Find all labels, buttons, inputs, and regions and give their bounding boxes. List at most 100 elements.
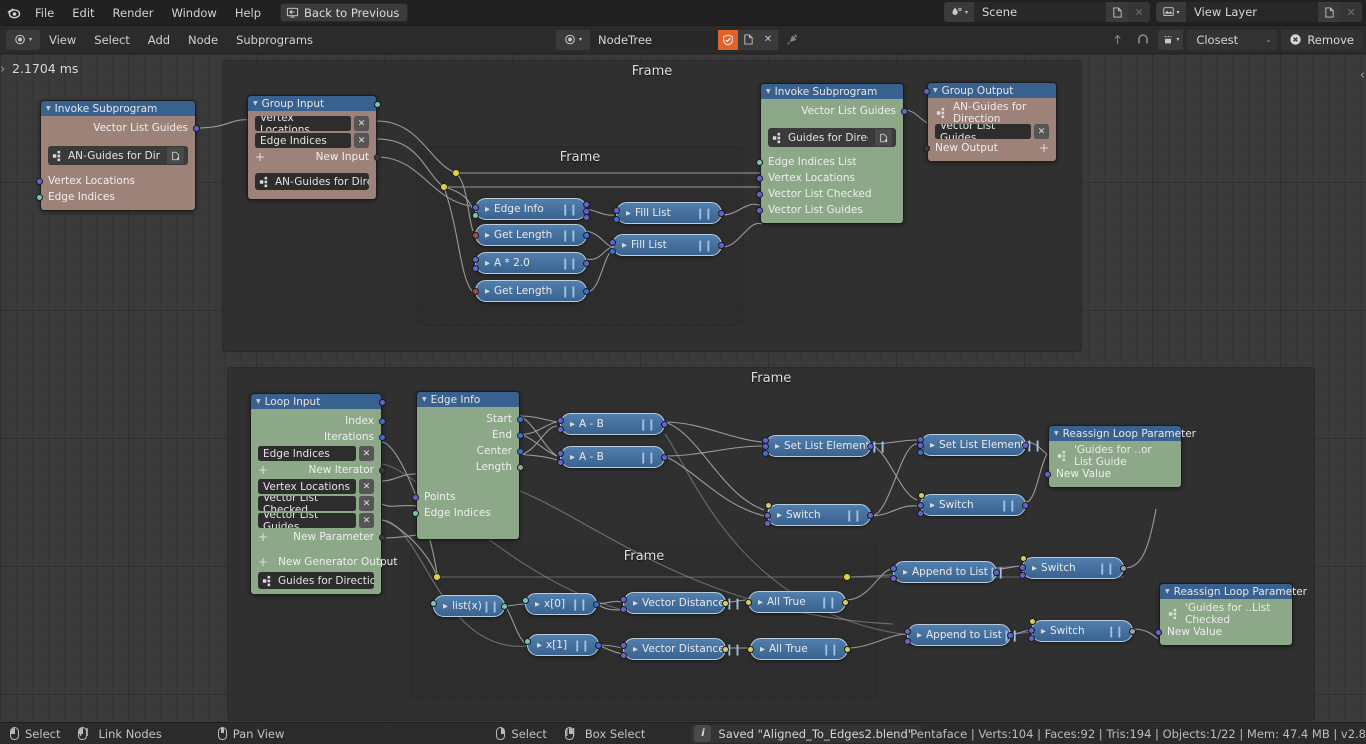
new-generator-output-row[interactable]: + New Generator Output	[251, 554, 397, 570]
pause-icon[interactable]: ❙❙	[696, 207, 713, 220]
input-socket[interactable]	[620, 606, 627, 613]
pause-icon[interactable]: ❙❙	[639, 418, 656, 431]
collapse-triangle-icon[interactable]: ▼	[1054, 430, 1059, 437]
output-socket-virtual[interactable]	[379, 467, 386, 474]
expand-triangle-icon[interactable]: ▶	[485, 231, 490, 239]
pause-icon[interactable]: ❙❙	[573, 639, 590, 652]
report-banner[interactable]: i Saved "Aligned_To_Edges2.blend"	[691, 724, 922, 743]
new-iterator-row[interactable]: + New Iterator	[251, 462, 386, 478]
scene-icon[interactable]: ▾	[944, 2, 974, 22]
scene-close-icon[interactable]: ✕	[1128, 2, 1150, 22]
output-socket[interactable]	[722, 646, 729, 653]
input-socket[interactable]	[524, 638, 531, 645]
parameter-name-field[interactable]: Vector List Guides	[258, 513, 356, 528]
input-socket[interactable]	[472, 212, 479, 219]
output-socket[interactable]	[1022, 502, 1029, 509]
input-socket[interactable]	[1019, 572, 1026, 579]
input-socket[interactable]	[904, 638, 911, 645]
node-switch-4[interactable]: ▶ Switch ❙❙	[1028, 618, 1136, 642]
output-socket[interactable]	[1007, 632, 1014, 639]
input-socket-boolean[interactable]	[747, 646, 754, 653]
output-socket-virtual[interactable]	[379, 534, 386, 541]
frame-bottom-inner[interactable]: Frame	[410, 545, 878, 699]
expand-triangle-icon[interactable]: ▶	[903, 568, 908, 576]
output-socket[interactable]	[1022, 442, 1029, 449]
output-socket[interactable]	[501, 603, 508, 610]
node-a-minus-b-1[interactable]: ▶ A - B ❙❙	[557, 413, 668, 435]
left-panel-toggle-icon[interactable]: ›	[0, 62, 5, 77]
snap-target-icon[interactable]: ▾	[1158, 29, 1184, 50]
pause-icon[interactable]: ❙❙	[561, 229, 578, 242]
node-tree-duplicate-icon[interactable]	[738, 29, 758, 50]
input-socket[interactable]	[1019, 564, 1026, 571]
subprogram-selector[interactable]: Guides for Direction Lo..	[258, 572, 374, 589]
menu-edit[interactable]: Edit	[63, 3, 103, 23]
iterator-name-field[interactable]: Edge Indices	[258, 446, 356, 461]
parameter-name-field[interactable]: Vertex Locations	[258, 479, 356, 494]
menu-help[interactable]: Help	[226, 3, 270, 23]
right-panel-toggle-icon[interactable]: ‹	[1360, 68, 1365, 83]
node-switch-3[interactable]: ▶ Switch ❙❙	[1019, 555, 1127, 579]
input-socket[interactable]	[620, 652, 627, 659]
output-socket-vector[interactable]	[193, 125, 200, 132]
parameter-name-field[interactable]: Vector List Checked	[258, 496, 356, 511]
expand-triangle-icon[interactable]: ▶	[777, 511, 782, 519]
remove-button[interactable]: Remove	[1281, 29, 1362, 50]
pause-icon[interactable]: ❙❙	[571, 598, 588, 611]
output-socket-integer[interactable]	[379, 418, 386, 425]
collapse-triangle-icon[interactable]: ▼	[422, 396, 427, 403]
pause-icon[interactable]: ❙❙	[1000, 499, 1017, 512]
input-socket[interactable]	[917, 449, 924, 456]
collapse-triangle-icon[interactable]: ▼	[1165, 588, 1170, 595]
pin-icon[interactable]	[786, 33, 799, 46]
expand-triangle-icon[interactable]: ▶	[760, 645, 765, 653]
remove-input-icon[interactable]: ✕	[354, 133, 369, 148]
input-socket-integer[interactable]	[756, 159, 763, 166]
input-socket[interactable]	[557, 459, 564, 466]
input-socket[interactable]	[1028, 627, 1035, 634]
input-socket-vector[interactable]	[412, 494, 419, 501]
output-socket-vector[interactable]	[517, 432, 524, 439]
view-layer-name[interactable]: View Layer	[1186, 2, 1318, 22]
view-layer-selector[interactable]: ▾ View Layer ✕	[1156, 2, 1362, 22]
input-socket[interactable]	[917, 510, 924, 517]
menu-file[interactable]: File	[26, 3, 63, 23]
node-set-list-element-1[interactable]: ▶ Set List Element ❙❙	[762, 435, 887, 457]
input-socket-virtual[interactable]	[923, 145, 930, 152]
pause-icon[interactable]: ❙❙	[561, 257, 578, 270]
snap-magnet-icon[interactable]	[1132, 30, 1154, 50]
remove-input-icon[interactable]: ✕	[354, 116, 369, 131]
menu-view[interactable]: View	[40, 30, 85, 50]
pause-icon[interactable]: ❙❙	[561, 285, 578, 298]
node-editor-icon[interactable]: ▾	[6, 29, 40, 50]
add-parameter-icon[interactable]: +	[258, 531, 268, 543]
add-generator-output-icon[interactable]: +	[258, 556, 268, 568]
node-vector-distance-1[interactable]: ▶ Vector Distance ❙❙	[620, 592, 742, 614]
node-group-output[interactable]: ▼ Group Output AN-Guides for Direction V…	[923, 82, 1057, 162]
subprogram-selector[interactable]: AN-Guides for Direction	[48, 146, 188, 165]
new-input-row[interactable]: + New Input	[248, 149, 381, 165]
group-input-name-field[interactable]: Vertex Locations	[255, 116, 351, 131]
expand-triangle-icon[interactable]: ▶	[443, 602, 448, 610]
view-layer-icon[interactable]: ▾	[1156, 2, 1186, 22]
output-socket[interactable]	[722, 600, 729, 607]
output-socket[interactable]	[993, 569, 1000, 576]
node-reassign-loop-parameter-2[interactable]: ▼ Reassign Loop Parameter 'Guides for ..…	[1155, 583, 1307, 646]
pause-icon[interactable]: ❙❙	[639, 451, 656, 464]
output-socket-boolean[interactable]	[842, 599, 849, 606]
expand-triangle-icon[interactable]: ▶	[917, 631, 922, 639]
node-set-list-element-2[interactable]: ▶ Set List Element ❙❙	[917, 434, 1042, 456]
node-vector-distance-2[interactable]: ▶ Vector Distance ❙❙	[620, 638, 742, 660]
node-x-index-1[interactable]: ▶ x[1] ❙❙	[524, 634, 602, 656]
add-input-icon[interactable]: +	[255, 151, 265, 163]
input-socket[interactable]	[904, 628, 911, 635]
fake-user-shield-icon[interactable]	[718, 29, 738, 50]
node-a-times-2[interactable]: ▶ A * 2.0 ❙❙	[472, 252, 590, 274]
back-to-previous-button[interactable]: Back to Previous	[280, 3, 409, 22]
output-socket[interactable]	[661, 454, 668, 461]
output-socket[interactable]	[593, 601, 600, 608]
expand-triangle-icon[interactable]: ▶	[570, 453, 575, 461]
input-socket-boolean[interactable]	[918, 492, 925, 499]
output-socket-vector[interactable]	[517, 416, 524, 423]
remove-parameter-icon[interactable]: ✕	[359, 479, 374, 494]
